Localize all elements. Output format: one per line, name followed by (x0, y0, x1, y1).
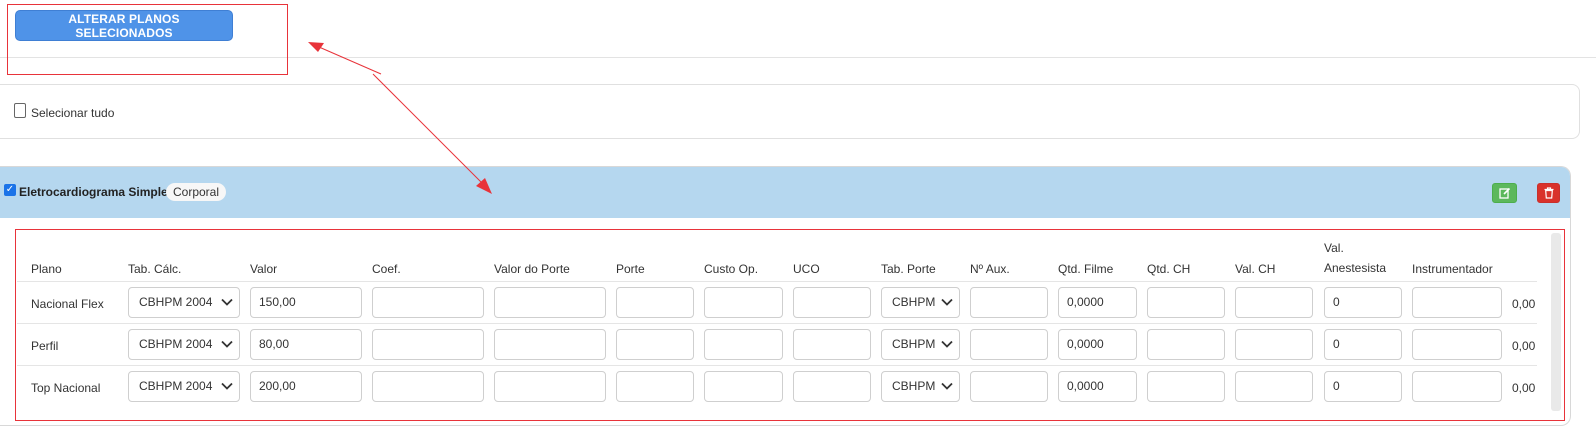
annotation-arrow (308, 42, 492, 194)
